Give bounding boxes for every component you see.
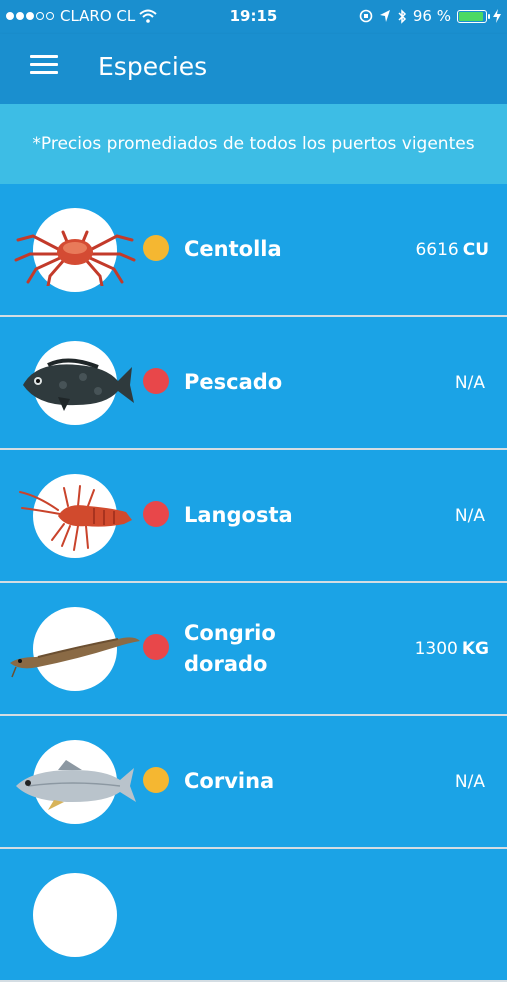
battery-icon <box>457 9 490 23</box>
bluetooth-icon <box>398 8 406 24</box>
species-row-centolla[interactable]: Centolla 6616 CU <box>0 184 507 317</box>
species-name: Langosta <box>184 503 293 527</box>
charging-bolt-icon <box>493 9 501 23</box>
status-indicator-red <box>143 368 169 394</box>
hamburger-menu-icon[interactable] <box>30 55 58 79</box>
price-value: N/A <box>454 372 485 393</box>
eel-image <box>10 637 140 678</box>
species-name: Congrio dorado <box>184 620 276 676</box>
species-price: N/A <box>455 450 489 581</box>
price-unit: KG <box>461 638 489 659</box>
lobster-image <box>19 485 132 551</box>
croaker-image <box>16 760 136 810</box>
species-name: Centolla <box>184 237 282 261</box>
status-indicator-yellow <box>143 767 169 793</box>
species-row-partial[interactable] <box>0 849 507 982</box>
price-value: 6616 <box>415 239 459 260</box>
price-value: N/A <box>454 505 485 526</box>
species-price: N/A <box>455 716 489 847</box>
species-price: N/A <box>455 317 489 448</box>
status-bar: CLARO CL 19:15 96 % <box>0 0 507 34</box>
species-price: 6616 CU <box>415 184 489 315</box>
species-list: Centolla 6616 CU Pescado N/A Langosta N/… <box>0 184 507 982</box>
price-unit: CU <box>462 239 489 260</box>
species-price: 1300 KG <box>415 583 489 714</box>
price-notice: *Precios promediados de todos los puerto… <box>0 104 507 184</box>
status-indicator-red <box>143 634 169 660</box>
species-row-corvina[interactable]: Corvina N/A <box>0 716 507 849</box>
status-indicator-red <box>143 501 169 527</box>
price-value: 1300 <box>414 638 458 659</box>
species-avatar <box>33 873 117 957</box>
page-title: Especies <box>98 52 208 81</box>
crab-image <box>14 230 136 286</box>
orientation-lock-icon <box>359 9 373 23</box>
battery-percent: 96 % <box>412 7 451 25</box>
species-row-congrio-dorado[interactable]: Congrio dorado 1300 KG <box>0 583 507 716</box>
status-bar-right: 96 % <box>359 7 501 25</box>
species-row-pescado[interactable]: Pescado N/A <box>0 317 507 450</box>
location-arrow-icon <box>379 10 390 22</box>
app-bar: Especies <box>0 34 507 104</box>
species-row-langosta[interactable]: Langosta N/A <box>0 450 507 583</box>
grouper-image <box>23 358 134 411</box>
species-name: Corvina <box>184 769 275 793</box>
status-indicator-yellow <box>143 235 169 261</box>
species-name: Pescado <box>184 370 283 394</box>
price-value: N/A <box>454 771 485 792</box>
